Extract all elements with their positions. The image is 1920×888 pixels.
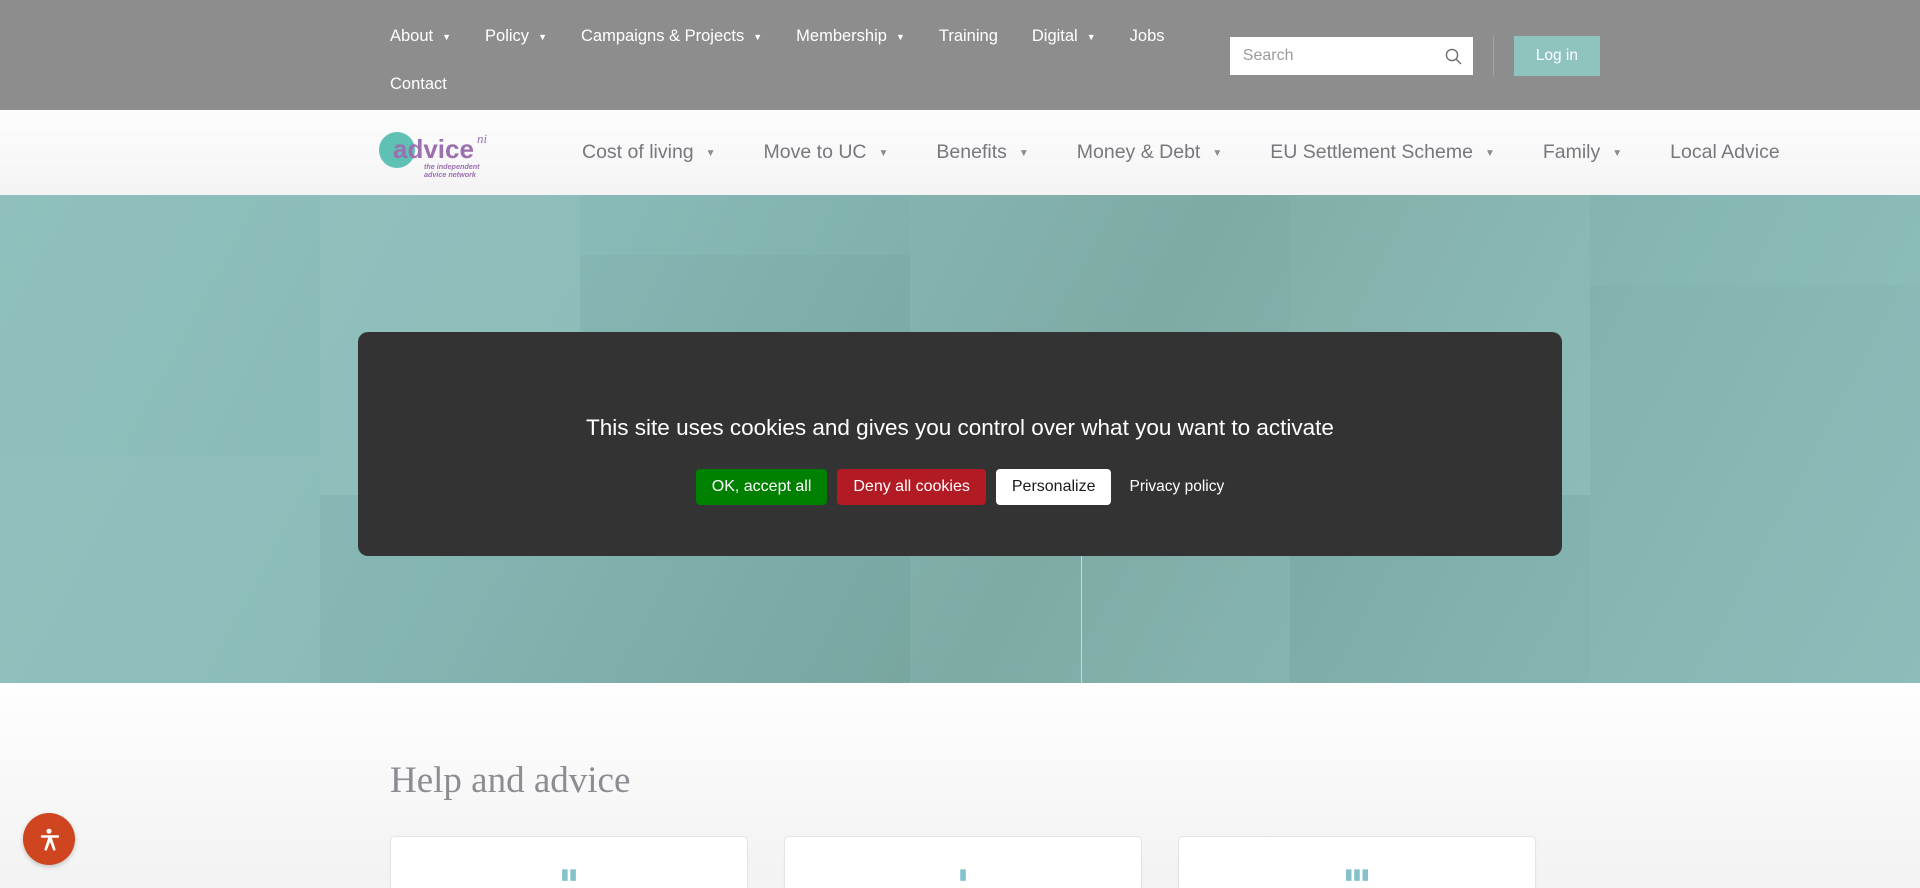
mainnav-label: Move to UC: [763, 141, 867, 163]
cookie-dialog-actions: OK, accept all Deny all cookies Personal…: [695, 469, 1224, 505]
mainnav-label: Money & Debt: [1076, 141, 1201, 163]
search-input[interactable]: [1229, 37, 1473, 75]
cookie-consent-dialog: This site uses cookies and gives you con…: [358, 332, 1562, 556]
accessibility-person-icon: [40, 828, 60, 851]
page-title: Help and advice: [390, 760, 631, 801]
privacy-policy-link[interactable]: Privacy policy: [1129, 478, 1224, 496]
accessibility-button[interactable]: [23, 813, 75, 865]
mainnav-label: Family: [1542, 141, 1601, 163]
help-card[interactable]: ▮▮▮: [1178, 836, 1536, 888]
chevron-down-icon: ▼: [895, 31, 905, 42]
chevron-down-icon: ▼: [1212, 148, 1223, 159]
topnav-label: Policy: [485, 27, 530, 45]
top-bar-right-cluster: Log in: [1229, 36, 1920, 76]
mainnav-item-benefits[interactable]: Benefits ▼: [912, 141, 1052, 164]
mainnav-item-money-and-debt[interactable]: Money & Debt ▼: [1053, 141, 1246, 164]
site-logo[interactable]: advice ni the independent advice network: [377, 127, 495, 179]
help-card-list: ▮▮ ▮ ▮▮▮: [390, 836, 1536, 888]
topnav-item-policy[interactable]: Policy ▼: [485, 12, 547, 60]
hero-decorative-block: [0, 455, 320, 683]
top-utility-bar: About ▼ Policy ▼ Campaigns & Projects ▼ …: [0, 0, 1920, 110]
hero-decorative-block: [1590, 285, 1920, 683]
page-root: About ▼ Policy ▼ Campaigns & Projects ▼ …: [0, 0, 1920, 888]
chevron-down-icon: ▼: [705, 148, 716, 159]
topnav-item-digital[interactable]: Digital ▼: [1032, 12, 1096, 60]
card-icon-3: ▮▮▮: [1344, 866, 1370, 883]
mainnav-item-local-advice[interactable]: Local Advice: [1646, 141, 1804, 164]
svg-text:ni: ni: [477, 131, 488, 146]
chevron-down-icon: ▼: [1086, 31, 1096, 42]
chevron-down-icon: ▼: [538, 31, 547, 42]
chevron-down-icon: ▼: [1018, 148, 1029, 159]
accept-all-cookies-button[interactable]: OK, accept all: [695, 469, 828, 505]
top-utility-bar-inner: About ▼ Policy ▼ Campaigns & Projects ▼ …: [0, 0, 1920, 110]
mainnav-label: Local Advice: [1670, 141, 1780, 163]
topnav-label: Jobs: [1129, 27, 1165, 45]
mainnav-item-move-to-uc[interactable]: Move to UC ▼: [740, 141, 913, 164]
svg-text:advice network: advice network: [424, 170, 477, 179]
topnav-label: Digital: [1031, 27, 1078, 45]
personalize-cookies-button[interactable]: Personalize: [995, 469, 1112, 505]
topnav-label: Campaigns & Projects: [580, 27, 745, 45]
topnav-item-contact[interactable]: Contact: [390, 60, 447, 108]
topnav-label: About: [390, 27, 434, 45]
top-navigation: About ▼ Policy ▼ Campaigns & Projects ▼ …: [390, 12, 1190, 108]
search-box[interactable]: [1229, 37, 1473, 75]
chevron-down-icon: ▼: [753, 31, 763, 42]
mainnav-label: EU Settlement Scheme: [1270, 141, 1473, 163]
site-header: advice ni the independent advice network…: [0, 110, 1920, 195]
login-button[interactable]: Log in: [1513, 36, 1600, 76]
cookie-dialog-title: This site uses cookies and gives you con…: [586, 415, 1334, 440]
topnav-item-membership[interactable]: Membership ▼: [796, 12, 905, 60]
svg-text:advice: advice: [393, 134, 474, 164]
main-navigation: Cost of living ▼ Move to UC ▼ Benefits ▼…: [558, 110, 1804, 195]
topnav-label: Contact: [390, 75, 447, 93]
chevron-down-icon: ▼: [1612, 148, 1623, 159]
mainnav-item-family[interactable]: Family ▼: [1519, 141, 1646, 164]
top-bar-divider: [1492, 36, 1494, 76]
help-card[interactable]: ▮: [784, 836, 1142, 888]
chevron-down-icon: ▼: [878, 148, 889, 159]
topnav-item-jobs[interactable]: Jobs: [1130, 12, 1165, 60]
card-icon-1: ▮▮: [560, 866, 578, 883]
mainnav-item-cost-of-living[interactable]: Cost of living ▼: [558, 141, 740, 164]
topnav-item-training[interactable]: Training: [939, 12, 998, 60]
topnav-item-about[interactable]: About ▼: [390, 12, 451, 60]
mainnav-label: Benefits: [936, 141, 1007, 163]
chevron-down-icon: ▼: [442, 31, 452, 42]
mainnav-label: Cost of living: [582, 141, 694, 163]
topnav-item-campaigns-projects[interactable]: Campaigns & Projects ▼: [581, 12, 762, 60]
topnav-label: Membership: [796, 27, 887, 45]
help-card[interactable]: ▮▮: [390, 836, 748, 888]
chevron-down-icon: ▼: [1484, 148, 1495, 159]
help-and-advice-section: Help and advice ▮▮ ▮ ▮▮▮: [0, 683, 1920, 888]
topnav-label: Training: [938, 27, 998, 45]
deny-all-cookies-button[interactable]: Deny all cookies: [837, 469, 986, 505]
search-icon[interactable]: [1443, 45, 1465, 67]
mainnav-item-eu-settlement-scheme[interactable]: EU Settlement Scheme ▼: [1246, 141, 1519, 164]
card-icon-2: ▮: [958, 866, 968, 883]
